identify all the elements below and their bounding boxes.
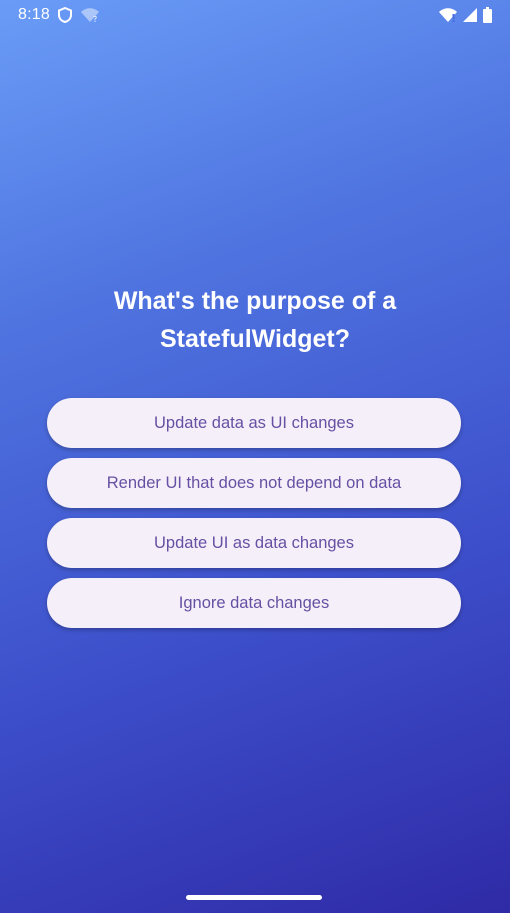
answer-button-1[interactable]: Update data as UI changes (47, 398, 461, 448)
answer-button-3[interactable]: Update UI as data changes (47, 518, 461, 568)
answer-list: Update data as UI changes Render UI that… (47, 398, 461, 628)
status-time: 8:18 (18, 6, 50, 23)
battery-icon (483, 7, 492, 23)
quiz-screen: 8:18 ? What's the purpose of a StatefulW… (0, 0, 510, 913)
answer-button-2[interactable]: Render UI that does not depend on data (47, 458, 461, 508)
wifi-alert-icon (439, 7, 457, 23)
answer-button-4[interactable]: Ignore data changes (47, 578, 461, 628)
status-bar: 8:18 ? (0, 0, 510, 30)
question-text: What's the purpose of a StatefulWidget? (113, 287, 397, 353)
gesture-nav-handle[interactable] (186, 895, 322, 900)
status-left: 8:18 ? (18, 6, 100, 24)
shield-icon (57, 7, 72, 23)
status-right (439, 7, 492, 23)
svg-text:?: ? (93, 15, 97, 23)
wifi-question-icon: ? (80, 7, 100, 23)
cellular-signal-icon (463, 8, 477, 22)
